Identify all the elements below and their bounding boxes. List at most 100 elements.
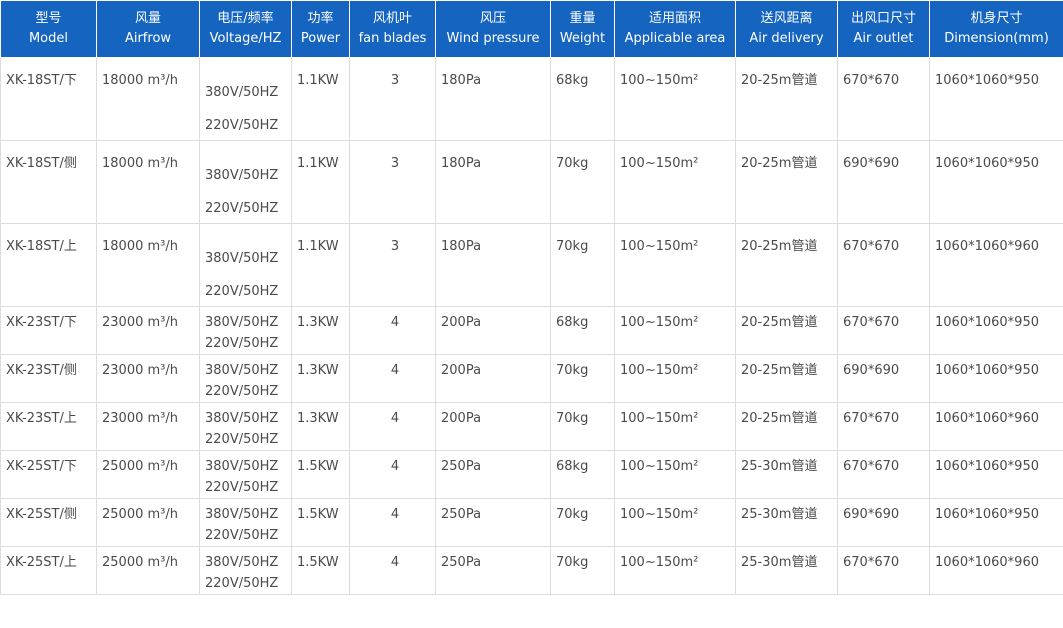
cell-delivery: 20-25m管道 [735, 140, 838, 224]
cell-voltage-380: 380V/50HZ [205, 411, 279, 426]
cell-outlet: 670*670 [837, 306, 930, 355]
cell-pressure: 180Pa [435, 223, 551, 307]
cell-voltage-220: 220V/50HZ [205, 576, 279, 591]
cell-voltage: 380V/50HZ 220V/50HZ [199, 57, 292, 141]
spec-table: 型号 Model 风量 Airfrow 电压/频率 Voltage/HZ 功率 Powe… [0, 0, 1063, 595]
table-row: XK-18ST/侧 18000 m³/h 380V/50HZ 220V/50HZ … [0, 140, 1063, 224]
cell-dimension: 1060*1060*950 [929, 306, 1063, 355]
cell-voltage: 380V/50HZ 220V/50HZ [199, 306, 292, 355]
header-voltage: 电压/频率 Voltage/HZ [199, 0, 292, 58]
header-weight-cn: 重量 [569, 11, 596, 26]
cell-power: 1.3KW [291, 354, 350, 403]
cell-airflow: 18000 m³/h [96, 57, 200, 141]
cell-area: 100~150m² [614, 223, 736, 307]
cell-weight: 70kg [550, 223, 615, 307]
cell-blades: 4 [349, 546, 436, 595]
cell-voltage: 380V/50HZ 220V/50HZ [199, 354, 292, 403]
cell-voltage-380: 380V/50HZ [205, 555, 279, 570]
cell-voltage-380: 380V/50HZ [205, 168, 279, 183]
cell-outlet: 670*670 [837, 450, 930, 499]
cell-area: 100~150m² [614, 402, 736, 451]
cell-outlet: 690*690 [837, 354, 930, 403]
header-blades-en: fan blades [358, 31, 427, 46]
cell-outlet: 670*670 [837, 402, 930, 451]
table-row: XK-25ST/侧 25000 m³/h 380V/50HZ 220V/50HZ … [0, 498, 1063, 547]
cell-airflow: 25000 m³/h [96, 546, 200, 595]
header-delivery-en: Air delivery [749, 31, 824, 46]
cell-dimension: 1060*1060*950 [929, 354, 1063, 403]
cell-voltage: 380V/50HZ 220V/50HZ [199, 223, 292, 307]
header-pressure: 风压 Wind pressure [435, 0, 551, 58]
cell-airflow: 18000 m³/h [96, 140, 200, 224]
header-dimension-cn: 机身尺寸 [970, 11, 1023, 26]
header-weight: 重量 Weight [550, 0, 615, 58]
cell-pressure: 180Pa [435, 57, 551, 141]
cell-weight: 70kg [550, 402, 615, 451]
cell-delivery: 25-30m管道 [735, 498, 838, 547]
header-airflow-en: Airfrow [124, 31, 172, 46]
header-airflow-cn: 风量 [134, 11, 161, 26]
header-area: 适用面积 Applicable area [614, 0, 736, 58]
cell-voltage: 380V/50HZ 220V/50HZ [199, 140, 292, 224]
cell-delivery: 20-25m管道 [735, 57, 838, 141]
cell-area: 100~150m² [614, 450, 736, 499]
cell-blades: 4 [349, 402, 436, 451]
cell-pressure: 250Pa [435, 498, 551, 547]
cell-pressure: 180Pa [435, 140, 551, 224]
cell-blades: 3 [349, 223, 436, 307]
header-model-cn: 型号 [35, 11, 62, 26]
cell-outlet: 670*670 [837, 57, 930, 141]
cell-blades: 3 [349, 140, 436, 224]
cell-weight: 70kg [550, 498, 615, 547]
header-delivery: 送风距离 Air delivery [735, 0, 838, 58]
header-delivery-cn: 送风距离 [760, 11, 813, 26]
cell-weight: 70kg [550, 546, 615, 595]
cell-delivery: 20-25m管道 [735, 402, 838, 451]
cell-weight: 70kg [550, 140, 615, 224]
cell-outlet: 690*690 [837, 140, 930, 224]
cell-power: 1.5KW [291, 546, 350, 595]
cell-model: XK-18ST/上 [0, 223, 97, 307]
table-row: XK-25ST/下 25000 m³/h 380V/50HZ 220V/50HZ … [0, 450, 1063, 499]
cell-airflow: 25000 m³/h [96, 498, 200, 547]
cell-delivery: 20-25m管道 [735, 306, 838, 355]
cell-power: 1.5KW [291, 498, 350, 547]
cell-delivery: 25-30m管道 [735, 450, 838, 499]
cell-outlet: 670*670 [837, 546, 930, 595]
header-model-en: Model [28, 31, 69, 46]
cell-voltage-380: 380V/50HZ [205, 459, 279, 474]
header-power-en: Power [300, 31, 341, 46]
cell-airflow: 23000 m³/h [96, 402, 200, 451]
cell-voltage: 380V/50HZ 220V/50HZ [199, 546, 292, 595]
cell-blades: 4 [349, 354, 436, 403]
cell-voltage-220: 220V/50HZ [205, 118, 279, 133]
cell-power: 1.5KW [291, 450, 350, 499]
cell-pressure: 250Pa [435, 546, 551, 595]
cell-area: 100~150m² [614, 306, 736, 355]
cell-voltage-380: 380V/50HZ [205, 85, 279, 100]
cell-voltage-380: 380V/50HZ [205, 507, 279, 522]
cell-voltage-220: 220V/50HZ [205, 384, 279, 399]
header-airflow: 风量 Airfrow [96, 0, 200, 58]
header-area-en: Applicable area [624, 31, 726, 46]
cell-voltage-220: 220V/50HZ [205, 201, 279, 216]
cell-area: 100~150m² [614, 498, 736, 547]
cell-voltage-380: 380V/50HZ [205, 315, 279, 330]
table-row: XK-18ST/下 18000 m³/h 380V/50HZ 220V/50HZ … [0, 57, 1063, 141]
cell-pressure: 200Pa [435, 402, 551, 451]
cell-model: XK-25ST/侧 [0, 498, 97, 547]
header-voltage-cn: 电压/频率 [217, 11, 274, 26]
cell-delivery: 20-25m管道 [735, 223, 838, 307]
cell-area: 100~150m² [614, 546, 736, 595]
cell-dimension: 1060*1060*960 [929, 223, 1063, 307]
cell-dimension: 1060*1060*950 [929, 450, 1063, 499]
cell-weight: 68kg [550, 306, 615, 355]
header-power-cn: 功率 [307, 11, 334, 26]
cell-outlet: 690*690 [837, 498, 930, 547]
header-dimension-en: Dimension(mm) [944, 31, 1049, 46]
cell-model: XK-23ST/上 [0, 402, 97, 451]
cell-blades: 3 [349, 57, 436, 141]
cell-airflow: 23000 m³/h [96, 306, 200, 355]
cell-voltage: 380V/50HZ 220V/50HZ [199, 450, 292, 499]
cell-voltage-220: 220V/50HZ [205, 528, 279, 543]
